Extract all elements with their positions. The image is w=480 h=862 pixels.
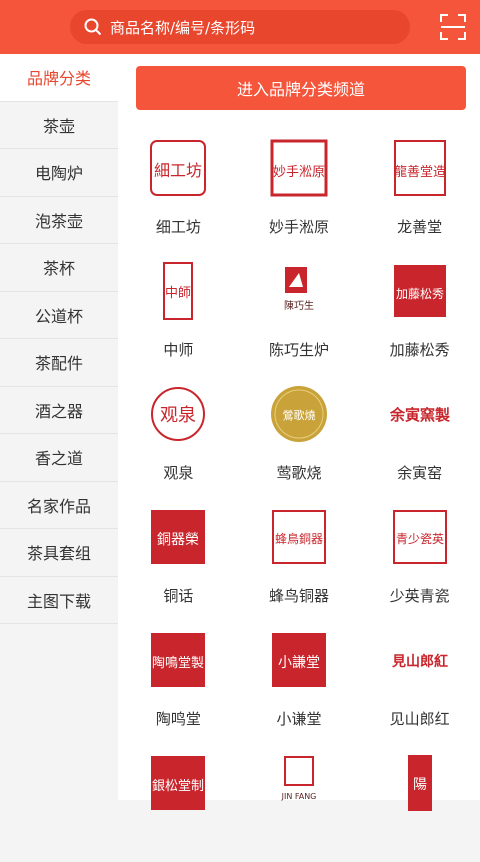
scan-icon[interactable] — [440, 14, 466, 40]
svg-text:細工坊: 細工坊 — [154, 161, 202, 180]
brand-name: 观泉 — [163, 464, 194, 482]
brand-logo: 鶯歌燒 — [270, 386, 327, 442]
top-bar: 商品名称/编号/条形码 — [0, 0, 480, 54]
sidebar-item-teapot[interactable]: 茶壶 — [0, 102, 118, 149]
sidebar-item-electric-stove[interactable]: 电陶炉 — [0, 149, 118, 197]
brand-name: 加藤松秀 — [389, 341, 450, 359]
brand-name: 铜话 — [163, 587, 194, 605]
sidebar-item-tea-sets[interactable]: 茶具套组 — [0, 529, 118, 577]
brand-logo: 青少瓷英 — [392, 510, 447, 564]
brand-logo: 中師 — [163, 262, 194, 320]
sidebar-item-fair-cup[interactable]: 公道杯 — [0, 292, 118, 339]
brand-item[interactable]: 銀松堂制 — [118, 739, 239, 862]
svg-text:加藤松秀: 加藤松秀 — [396, 287, 444, 301]
brand-item[interactable]: 陶鳴堂製 陶鸣堂 — [118, 616, 239, 739]
sidebar-item-brand-category[interactable]: 品牌分类 — [0, 54, 118, 102]
brand-logo: 見山郎紅 — [391, 653, 448, 670]
svg-text:鶯歌燒: 鶯歌燒 — [282, 408, 315, 422]
svg-text:中師: 中師 — [165, 286, 191, 301]
brand-logo: 妙手淞原 — [270, 139, 328, 197]
search-icon — [84, 18, 102, 36]
brand-content: 进入品牌分类频道 細工坊 细工坊 妙手淞原 妙手淞原 龍善堂造 龙善堂 中師 中… — [118, 54, 480, 811]
brand-name: 少英青瓷 — [389, 587, 450, 605]
svg-text:观泉: 观泉 — [160, 405, 196, 426]
brand-item[interactable]: 陽 — [359, 739, 480, 862]
search-bar[interactable]: 商品名称/编号/条形码 — [70, 10, 410, 44]
svg-text:銀松堂制: 銀松堂制 — [152, 779, 204, 794]
brand-logo: 蜂鳥銅器 — [271, 510, 326, 564]
enter-brand-channel-button[interactable]: 进入品牌分类频道 — [136, 66, 466, 110]
brand-item[interactable]: 陳巧生 陈巧生炉 — [239, 247, 360, 370]
svg-text:見山郎紅: 見山郎紅 — [391, 653, 448, 670]
svg-text:陽: 陽 — [413, 777, 427, 793]
svg-text:陳巧生: 陳巧生 — [284, 299, 314, 312]
sidebar-item-teacup[interactable]: 茶杯 — [0, 244, 118, 292]
brand-logo: 余寅窯製 — [390, 406, 450, 424]
brand-logo: 細工坊 — [150, 140, 207, 196]
brand-name: 小谦堂 — [276, 710, 322, 728]
sidebar-item-brewing-pot[interactable]: 泡茶壶 — [0, 197, 118, 244]
search-placeholder: 商品名称/编号/条形码 — [110, 18, 256, 37]
svg-text:余寅窯製: 余寅窯製 — [390, 406, 450, 424]
brand-logo: 观泉 — [151, 387, 206, 441]
brand-item[interactable]: 蜂鳥銅器 蜂鸟铜器 — [239, 493, 360, 616]
brand-logo: 龍善堂造 — [394, 140, 446, 196]
svg-text:銅器榮: 銅器榮 — [157, 532, 199, 548]
brand-logo: 小謙堂 — [271, 633, 326, 687]
brand-item[interactable]: 龍善堂造 龙善堂 — [359, 124, 480, 247]
brand-item[interactable]: 青少瓷英 少英青瓷 — [359, 493, 480, 616]
brand-item[interactable]: 見山郎紅 见山郎红 — [359, 616, 480, 739]
brand-logo: 加藤松秀 — [393, 265, 446, 317]
brand-grid: 細工坊 细工坊 妙手淞原 妙手淞原 龍善堂造 龙善堂 中師 中师 陳巧生 陈巧生… — [118, 124, 480, 862]
brand-item[interactable]: 加藤松秀 加藤松秀 — [359, 247, 480, 370]
brand-name: 见山郎红 — [389, 710, 450, 728]
svg-text:陶鳴堂製: 陶鳴堂製 — [152, 655, 204, 671]
svg-text:龍善堂造: 龍善堂造 — [394, 164, 446, 180]
sidebar-item-image-download[interactable]: 主图下载 — [0, 577, 118, 624]
brand-item[interactable]: 余寅窯製 余寅窑 — [359, 370, 480, 493]
brand-name: 蜂鸟铜器 — [268, 587, 329, 605]
sidebar-item-master-works[interactable]: 名家作品 — [0, 482, 118, 529]
brand-name: 陶鸣堂 — [155, 710, 201, 728]
brand-item[interactable]: 妙手淞原 妙手淞原 — [239, 124, 360, 247]
svg-text:妙手淞原: 妙手淞原 — [273, 165, 325, 180]
brand-name: 龙善堂 — [397, 218, 443, 236]
brand-item[interactable]: 鶯歌燒 莺歌烧 — [239, 370, 360, 493]
svg-text:小謙堂: 小謙堂 — [278, 655, 320, 671]
brand-logo: 銅器榮 — [151, 510, 206, 564]
brand-name: 细工坊 — [155, 218, 201, 236]
svg-text:青少瓷英: 青少瓷英 — [396, 532, 444, 546]
category-sidebar: 品牌分类 茶壶 电陶炉 泡茶壶 茶杯 公道杯 茶配件 酒之器 香之道 名家作品 … — [0, 54, 118, 800]
brand-name: 中师 — [163, 341, 194, 359]
svg-text:蜂鳥銅器: 蜂鳥銅器 — [275, 531, 323, 546]
sidebar-item-tea-accessories[interactable]: 茶配件 — [0, 339, 118, 387]
brand-item[interactable]: JIN FANG — [239, 739, 360, 862]
brand-item[interactable]: 中師 中师 — [118, 247, 239, 370]
brand-name: 妙手淞原 — [268, 218, 329, 236]
brand-item[interactable]: 銅器榮 铜话 — [118, 493, 239, 616]
brand-item[interactable]: 观泉 观泉 — [118, 370, 239, 493]
brand-item[interactable]: 細工坊 细工坊 — [118, 124, 239, 247]
sidebar-item-wine-ware[interactable]: 酒之器 — [0, 387, 118, 434]
brand-logo: 陶鳴堂製 — [151, 633, 206, 687]
brand-name: 陈巧生炉 — [268, 341, 329, 359]
brand-name: 莺歌烧 — [276, 464, 322, 482]
brand-logo: 陳巧生 — [284, 267, 314, 312]
brand-logo: 銀松堂制 — [151, 756, 206, 810]
brand-item[interactable]: 小謙堂 小谦堂 — [239, 616, 360, 739]
brand-name: 余寅窑 — [397, 464, 443, 482]
brand-logo: JIN FANG — [281, 756, 316, 801]
brand-logo: 陽 — [407, 755, 432, 811]
sidebar-item-incense[interactable]: 香之道 — [0, 434, 118, 482]
